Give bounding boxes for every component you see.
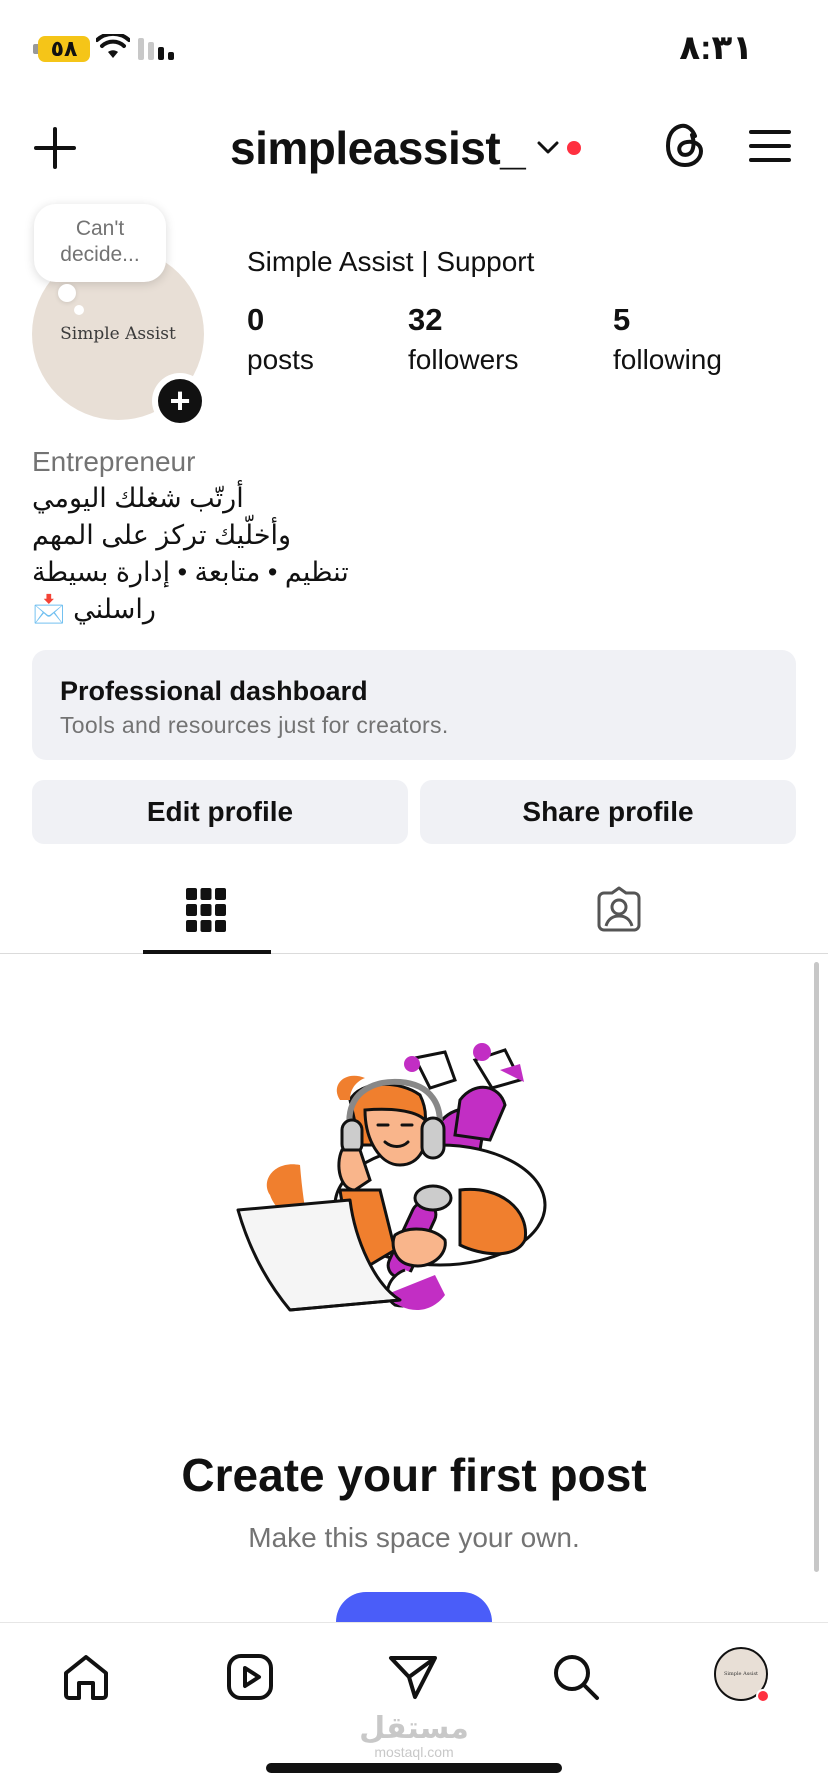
note-bubble[interactable]: Can't decide... <box>34 204 166 282</box>
battery-indicator: ٥٨ <box>38 36 90 62</box>
notification-dot <box>567 141 582 155</box>
professional-dashboard-card[interactable]: Professional dashboard Tools and resourc… <box>32 650 796 760</box>
stat-followers[interactable]: 32 followers <box>408 302 518 376</box>
profile-category: Entrepreneur <box>32 446 196 477</box>
profile-bio: أرتّب شغلك اليومي وأخلّيك تركز على المهم… <box>32 480 552 628</box>
chevron-down-icon <box>537 141 559 154</box>
share-profile-button[interactable]: Share profile <box>420 780 796 844</box>
home-icon[interactable] <box>60 1651 112 1703</box>
profile-header: simpleassist_ <box>0 100 828 200</box>
username: simpleassist_ <box>230 122 526 174</box>
stat-label: following <box>613 344 722 375</box>
watermark: مستقل mostaql.com <box>0 1711 828 1760</box>
bio-line: وأخلّيك تركز على المهم <box>32 520 292 550</box>
profile-tabs <box>0 866 828 954</box>
account-switcher[interactable]: simpleassist_ <box>230 118 582 178</box>
stat-value: 32 <box>408 302 443 337</box>
stat-label: followers <box>408 344 519 375</box>
stat-value: 5 <box>613 302 631 337</box>
bio-line: تنظيم • متابعة • إدارة بسيطة <box>32 557 349 587</box>
messages-icon[interactable] <box>387 1651 439 1703</box>
display-name: Simple Assist | Support <box>247 246 535 277</box>
status-time: ٨:٣١ <box>679 29 753 67</box>
empty-state-illustration <box>236 1043 547 1312</box>
grid-icon[interactable] <box>186 888 226 932</box>
stat-value: 0 <box>247 302 265 337</box>
plus-icon: + <box>158 379 202 423</box>
watermark-latin: mostaql.com <box>374 1744 454 1760</box>
search-icon[interactable] <box>550 1651 602 1703</box>
note-bubble-tail <box>58 284 76 302</box>
empty-state-subtitle: Make this space your own. <box>248 1522 580 1553</box>
stat-label: posts <box>247 344 314 375</box>
avatar-logo-text: Simple Assist <box>723 1671 759 1677</box>
tagged-icon[interactable] <box>596 886 642 932</box>
bio-line: أرتّب شغلك اليومي <box>32 483 244 513</box>
home-indicator[interactable] <box>266 1763 562 1773</box>
active-tab-indicator <box>143 950 271 954</box>
bio-line: راسلني 📩 <box>32 594 156 624</box>
create-plus-icon[interactable] <box>32 125 78 171</box>
add-story-button[interactable]: + <box>152 373 208 429</box>
watermark-arabic: مستقل <box>359 1712 469 1745</box>
notification-dot <box>756 1689 770 1703</box>
empty-state-title: Create your first post <box>181 1449 647 1501</box>
wifi-icon <box>96 34 130 58</box>
edit-profile-button[interactable]: Edit profile <box>32 780 408 844</box>
avatar-logo-text: Simple Assist <box>60 324 176 344</box>
hamburger-menu-icon[interactable] <box>748 126 792 166</box>
cellular-signal-icon <box>138 38 174 60</box>
stat-following[interactable]: 5 following <box>613 302 722 376</box>
reels-icon[interactable] <box>224 1651 276 1703</box>
dashboard-subtitle: Tools and resources just for creators. <box>60 712 449 738</box>
threads-icon[interactable] <box>662 120 708 170</box>
dashboard-title: Professional dashboard <box>60 676 368 706</box>
note-bubble-tail-small <box>74 305 84 315</box>
stat-posts[interactable]: 0 posts <box>247 302 314 376</box>
status-bar: ٥٨ ٨:٣١ <box>0 0 828 100</box>
bottom-navigation: Simple Assist مستقل mostaql.com <box>0 1622 828 1792</box>
